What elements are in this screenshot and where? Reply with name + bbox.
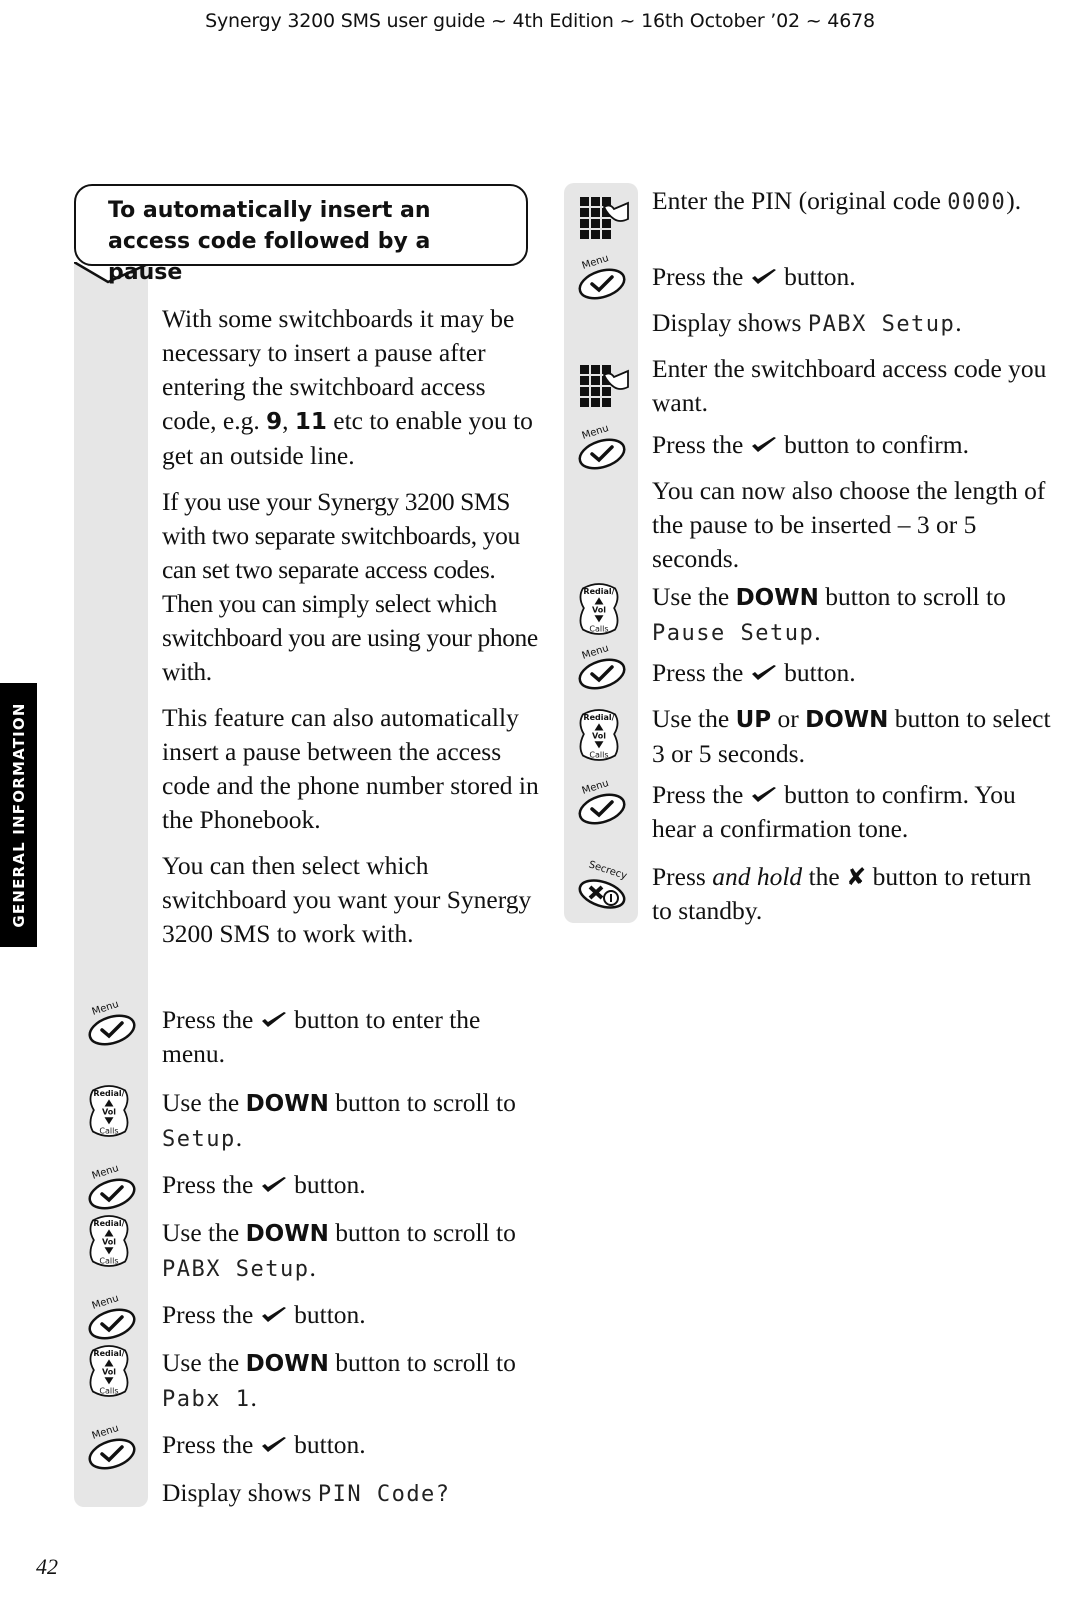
vol-label: Vol [102,1108,116,1117]
instruction-step: Press the button to confirm. [652,430,969,459]
instruction-step: Use the DOWN button to scroll to Pause S… [652,582,1006,646]
display-text: Pabx 1 [162,1387,251,1412]
side-tab-label: GENERAL INFORMATION [9,702,28,928]
secrecy-label: Secrecy [587,859,628,882]
menu-button-icon: Menu [84,996,140,1052]
redial-vol-calls-button-icon: Redial/Vol Calls [84,1340,134,1402]
tick-icon [751,437,776,452]
menu-button-icon: Menu [574,640,630,696]
menu-button-icon: Menu [574,250,630,306]
instruction-step: Press the button to enter the menu. [162,1005,481,1068]
calls-label: Calls [99,1126,118,1135]
page-number: 42 [36,1554,58,1579]
instruction-step: Press the button. [162,1300,366,1329]
menu-button-icon: Menu [84,1160,140,1216]
vol-label: Vol [592,606,606,615]
left-column: With some switchboards it may be necessa… [162,302,542,951]
instruction-step: Enter the switchboard access code you wa… [652,354,1047,417]
keypad-icon [574,358,630,414]
display-text: Pause Setup [652,621,815,646]
redial-vol-calls-button-icon: Redial/Vol Calls [84,1080,134,1142]
redial-label: Redial/ [583,713,614,722]
instruction-step: Display shows PIN Code? [162,1478,451,1507]
redial-label: Redial/ [93,1349,124,1358]
redial-vol-calls-button-icon: Redial/Vol Calls [574,704,624,766]
tick-icon [751,787,776,802]
display-text: Setup [162,1127,236,1152]
instruction-step: Use the UP or DOWN button to select 3 or… [652,704,1051,768]
redial-vol-calls-button-icon: Redial/Vol Calls [84,1210,134,1272]
menu-button-icon: Menu [84,1420,140,1476]
instruction-step: Use the DOWN button to scroll to PABX Se… [162,1218,516,1282]
redial-label: Redial/ [93,1089,124,1098]
document-header: Synergy 3200 SMS user guide ~ 4th Editio… [205,10,875,32]
tick-icon [261,1177,286,1192]
intro-paragraph: If you use your Synergy 3200 SMS with tw… [162,487,538,686]
display-text: PABX Setup [807,312,956,337]
instruction-step: Display shows PABX Setup. [652,308,962,337]
instruction-step: Press the button. [652,262,856,291]
tick-icon [751,665,776,680]
vol-label: Vol [102,1368,116,1377]
section-title: To automatically insert an access code f… [108,198,431,285]
keypad-icon [574,190,630,246]
calls-label: Calls [99,1386,118,1395]
vol-label: Vol [102,1238,116,1247]
redial-vol-calls-button-icon: Redial/Vol Calls [574,578,624,640]
instruction-step: Use the DOWN button to scroll to Setup. [162,1088,516,1152]
menu-button-icon: Menu [84,1290,140,1346]
instruction-step: Press the button. [162,1430,366,1459]
intro-paragraph: With some switchboards it may be necessa… [162,304,533,470]
redial-label: Redial/ [583,587,614,596]
section-title-callout: To automatically insert an access code f… [74,184,528,285]
tick-icon [261,1307,286,1322]
display-text: PIN Code? [317,1482,451,1507]
instruction-step: Press and hold the ✘ button to return to… [652,862,1032,925]
calls-label: Calls [589,750,608,759]
tick-icon [261,1012,286,1027]
display-text: 0000 [947,190,1007,215]
display-text: PABX Setup [162,1257,310,1282]
intro-paragraph: You can then select which switchboard yo… [162,851,532,948]
vol-label: Vol [592,732,606,741]
instruction-step: Enter the PIN (original code 0000). [652,186,1022,215]
section-side-tab: GENERAL INFORMATION [0,683,37,947]
redial-label: Redial/ [93,1219,124,1228]
menu-button-icon: Menu [574,420,630,476]
instruction-step: Use the DOWN button to scroll to Pabx 1. [162,1348,516,1412]
cancel-x-icon: ✘ [846,863,867,891]
tick-icon [751,269,776,284]
menu-button-icon: Menu [574,775,630,831]
calls-label: Calls [99,1256,118,1265]
tick-icon [261,1437,286,1452]
instruction-step: Press the button to confirm. You hear a … [652,780,1016,843]
instruction-step: You can now also choose the length of th… [652,476,1046,573]
intro-paragraph: This feature can also automatically inse… [162,703,539,834]
instruction-step: Press the button. [162,1170,366,1199]
calls-label: Calls [589,624,608,633]
instruction-step: Press the button. [652,658,856,687]
secrecy-button-icon: Secrecy [574,858,630,914]
